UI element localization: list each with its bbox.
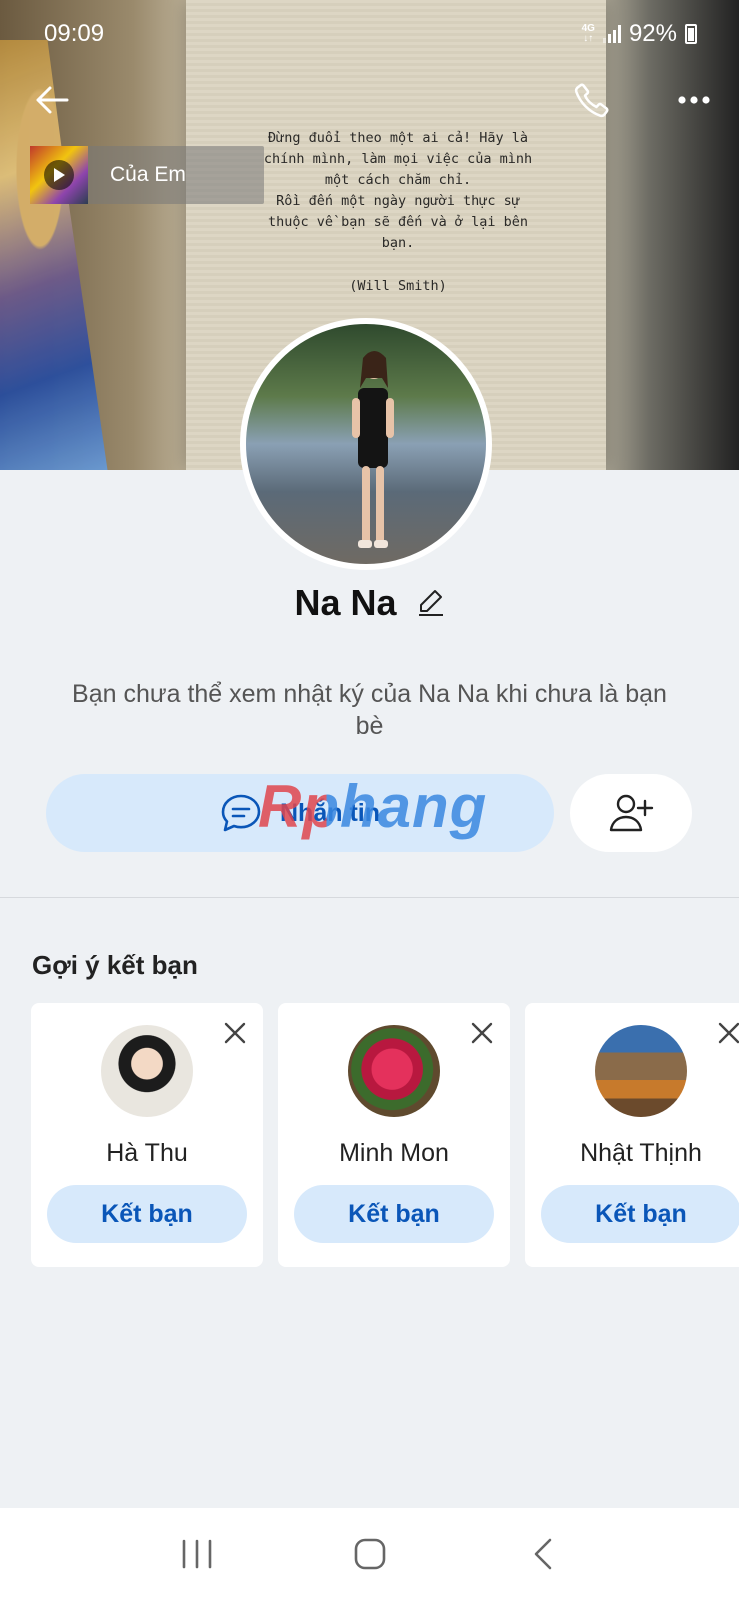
status-bar: 09:09 4G ↓↑ 92% [0,0,739,68]
music-title: Của Em [110,163,186,186]
recent-apps-icon [182,1539,211,1569]
add-friend-suggestion-button[interactable]: Kết bạn [294,1185,494,1243]
suggestion-avatar[interactable] [348,1025,440,1117]
suggestion-card[interactable]: Minh Mon Kết bạn [278,1003,510,1267]
message-button[interactable]: Nhắn tin [46,774,554,852]
suggestion-card[interactable]: Hà Thu Kết bạn [31,1003,263,1267]
profile-name-row: Na Na [0,582,739,626]
suggestion-avatar[interactable] [595,1025,687,1117]
recent-apps-button[interactable] [167,1524,227,1584]
home-button[interactable] [340,1524,400,1584]
music-thumbnail [30,146,88,204]
call-button[interactable] [570,78,614,122]
signal-icon [602,25,621,43]
back-arrow-icon [36,86,69,114]
quote-line: thuộc về bạn sẽ đến và ở lại bên [267,214,529,230]
message-button-label: Nhắn tin [280,798,380,827]
battery-icon [685,24,697,44]
play-icon [44,160,74,190]
suggestion-name: Hà Thu [106,1139,188,1167]
quote-line: bạn. [381,235,415,251]
quote-line: Đừng đuổi theo một ai cả! Hãy là [267,130,529,146]
pencil-icon [418,590,443,617]
quote-line: Rồi đến một ngày người thực sự [276,193,520,209]
quote-line: chính mình, làm mọi việc của mình [263,151,533,167]
data-arrows-icon: ↓↑ [583,33,594,44]
diary-privacy-notice: Bạn chưa thể xem nhật ký của Na Na khi c… [72,680,667,740]
more-options-button[interactable] [672,78,716,122]
nav-back-button[interactable] [513,1524,573,1584]
section-divider [0,897,739,898]
suggestion-card[interactable]: Nhật Thịnh Kết bạn [525,1003,739,1267]
add-friend-suggestion-button[interactable]: Kết bạn [47,1185,247,1243]
phone-icon [574,83,609,118]
network-icon: 4G ↓↑ [582,24,595,44]
avatar-person-figure [352,351,394,548]
profile-name: Na Na [294,582,397,623]
suggestion-name: Minh Mon [339,1139,449,1167]
status-time: 09:09 [44,20,105,47]
profile-avatar[interactable] [240,318,492,570]
home-icon [354,1538,385,1570]
profile-music[interactable]: Của Em [30,146,264,204]
system-navigation-bar [0,1508,739,1600]
chat-bubble-icon [221,794,261,832]
suggestion-avatar[interactable] [101,1025,193,1117]
dismiss-suggestion-icon[interactable] [715,1019,739,1047]
battery-percent: 92% [628,20,677,47]
add-user-icon [609,794,654,832]
dismiss-suggestion-icon[interactable] [468,1019,496,1047]
suggestion-name: Nhật Thịnh [580,1139,702,1167]
friend-suggestions-title: Gợi ý kết bạn [32,950,198,980]
back-button[interactable] [30,78,74,122]
quote-author: (Will Smith) [349,278,447,294]
add-friend-button[interactable] [570,774,692,852]
quote-line: một cách chăm chỉ. [324,172,472,188]
status-indicators: 4G ↓↑ 92% [582,20,697,48]
more-dots-icon [678,96,710,104]
edit-name-button[interactable] [417,584,445,626]
dismiss-suggestion-icon[interactable] [221,1019,249,1047]
cover-quote: Đừng đuổi theo một ai cả! Hãy là chính m… [222,128,574,297]
chevron-left-icon [534,1538,551,1570]
add-friend-suggestion-button[interactable]: Kết bạn [541,1185,739,1243]
